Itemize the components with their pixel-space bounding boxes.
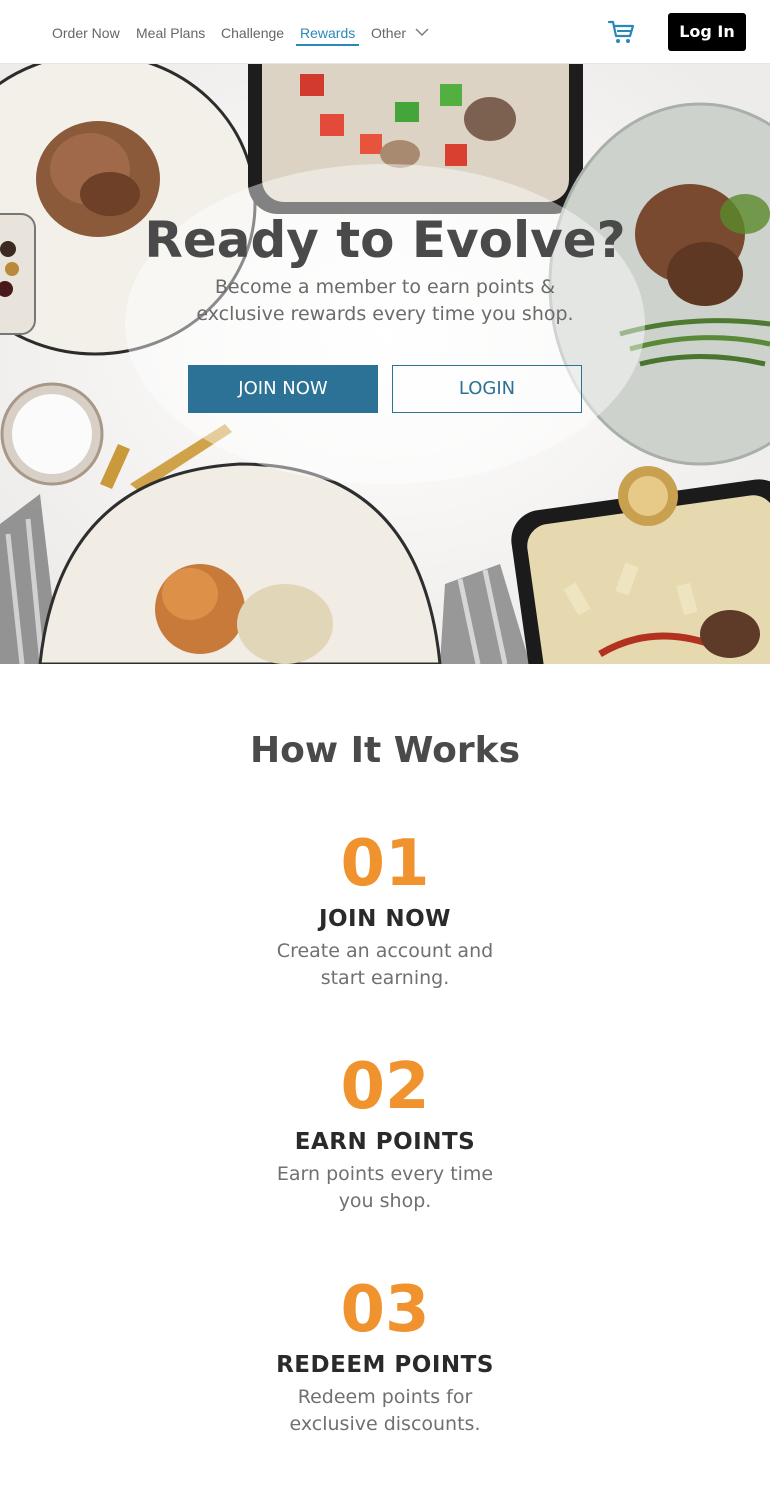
step-description: Earn points every time you shop. — [276, 1163, 494, 1212]
hero-banner: Ready to Evolve? Become a member to earn… — [0, 64, 770, 664]
step-description: Create an account and start earning. — [276, 940, 494, 989]
join-now-button[interactable]: JOIN NOW — [188, 365, 378, 413]
nav-link-order-now[interactable]: Order Now — [52, 24, 120, 42]
hero-subtitle: Become a member to earn points & exclusi… — [196, 276, 574, 325]
chevron-down-icon[interactable] — [414, 26, 430, 38]
step-number: 03 — [340, 1273, 430, 1347]
log-in-button[interactable]: Log In — [668, 13, 746, 51]
login-button[interactable]: LOGIN — [392, 365, 582, 413]
how-it-works-heading: How It Works — [249, 730, 521, 771]
nav-link-rewards[interactable]: Rewards — [295, 24, 360, 46]
step-description: Redeem points for exclusive discounts. — [289, 1386, 481, 1435]
hero-title: Ready to Evolve? — [144, 211, 626, 269]
step-number: 02 — [340, 1050, 430, 1124]
step-join-now: 01 JOIN NOW Create an account and start … — [0, 826, 770, 992]
cart-icon[interactable] — [607, 19, 635, 45]
food-background-image — [0, 64, 770, 664]
nav-link-challenge[interactable]: Challenge — [221, 24, 284, 42]
step-earn-points: 02 EARN POINTS Earn points every time yo… — [0, 1049, 770, 1215]
step-redeem-points: 03 REDEEM POINTS Redeem points for exclu… — [0, 1272, 770, 1438]
nav-link-meal-plans[interactable]: Meal Plans — [136, 24, 205, 42]
step-title: REDEEM POINTS — [276, 1352, 494, 1378]
nav-link-other[interactable]: Other — [371, 24, 406, 42]
step-number: 01 — [340, 827, 430, 901]
top-navigation: Order Now Meal Plans Challenge Rewards O… — [0, 0, 770, 64]
step-title: EARN POINTS — [294, 1129, 476, 1155]
step-title: JOIN NOW — [318, 906, 452, 932]
